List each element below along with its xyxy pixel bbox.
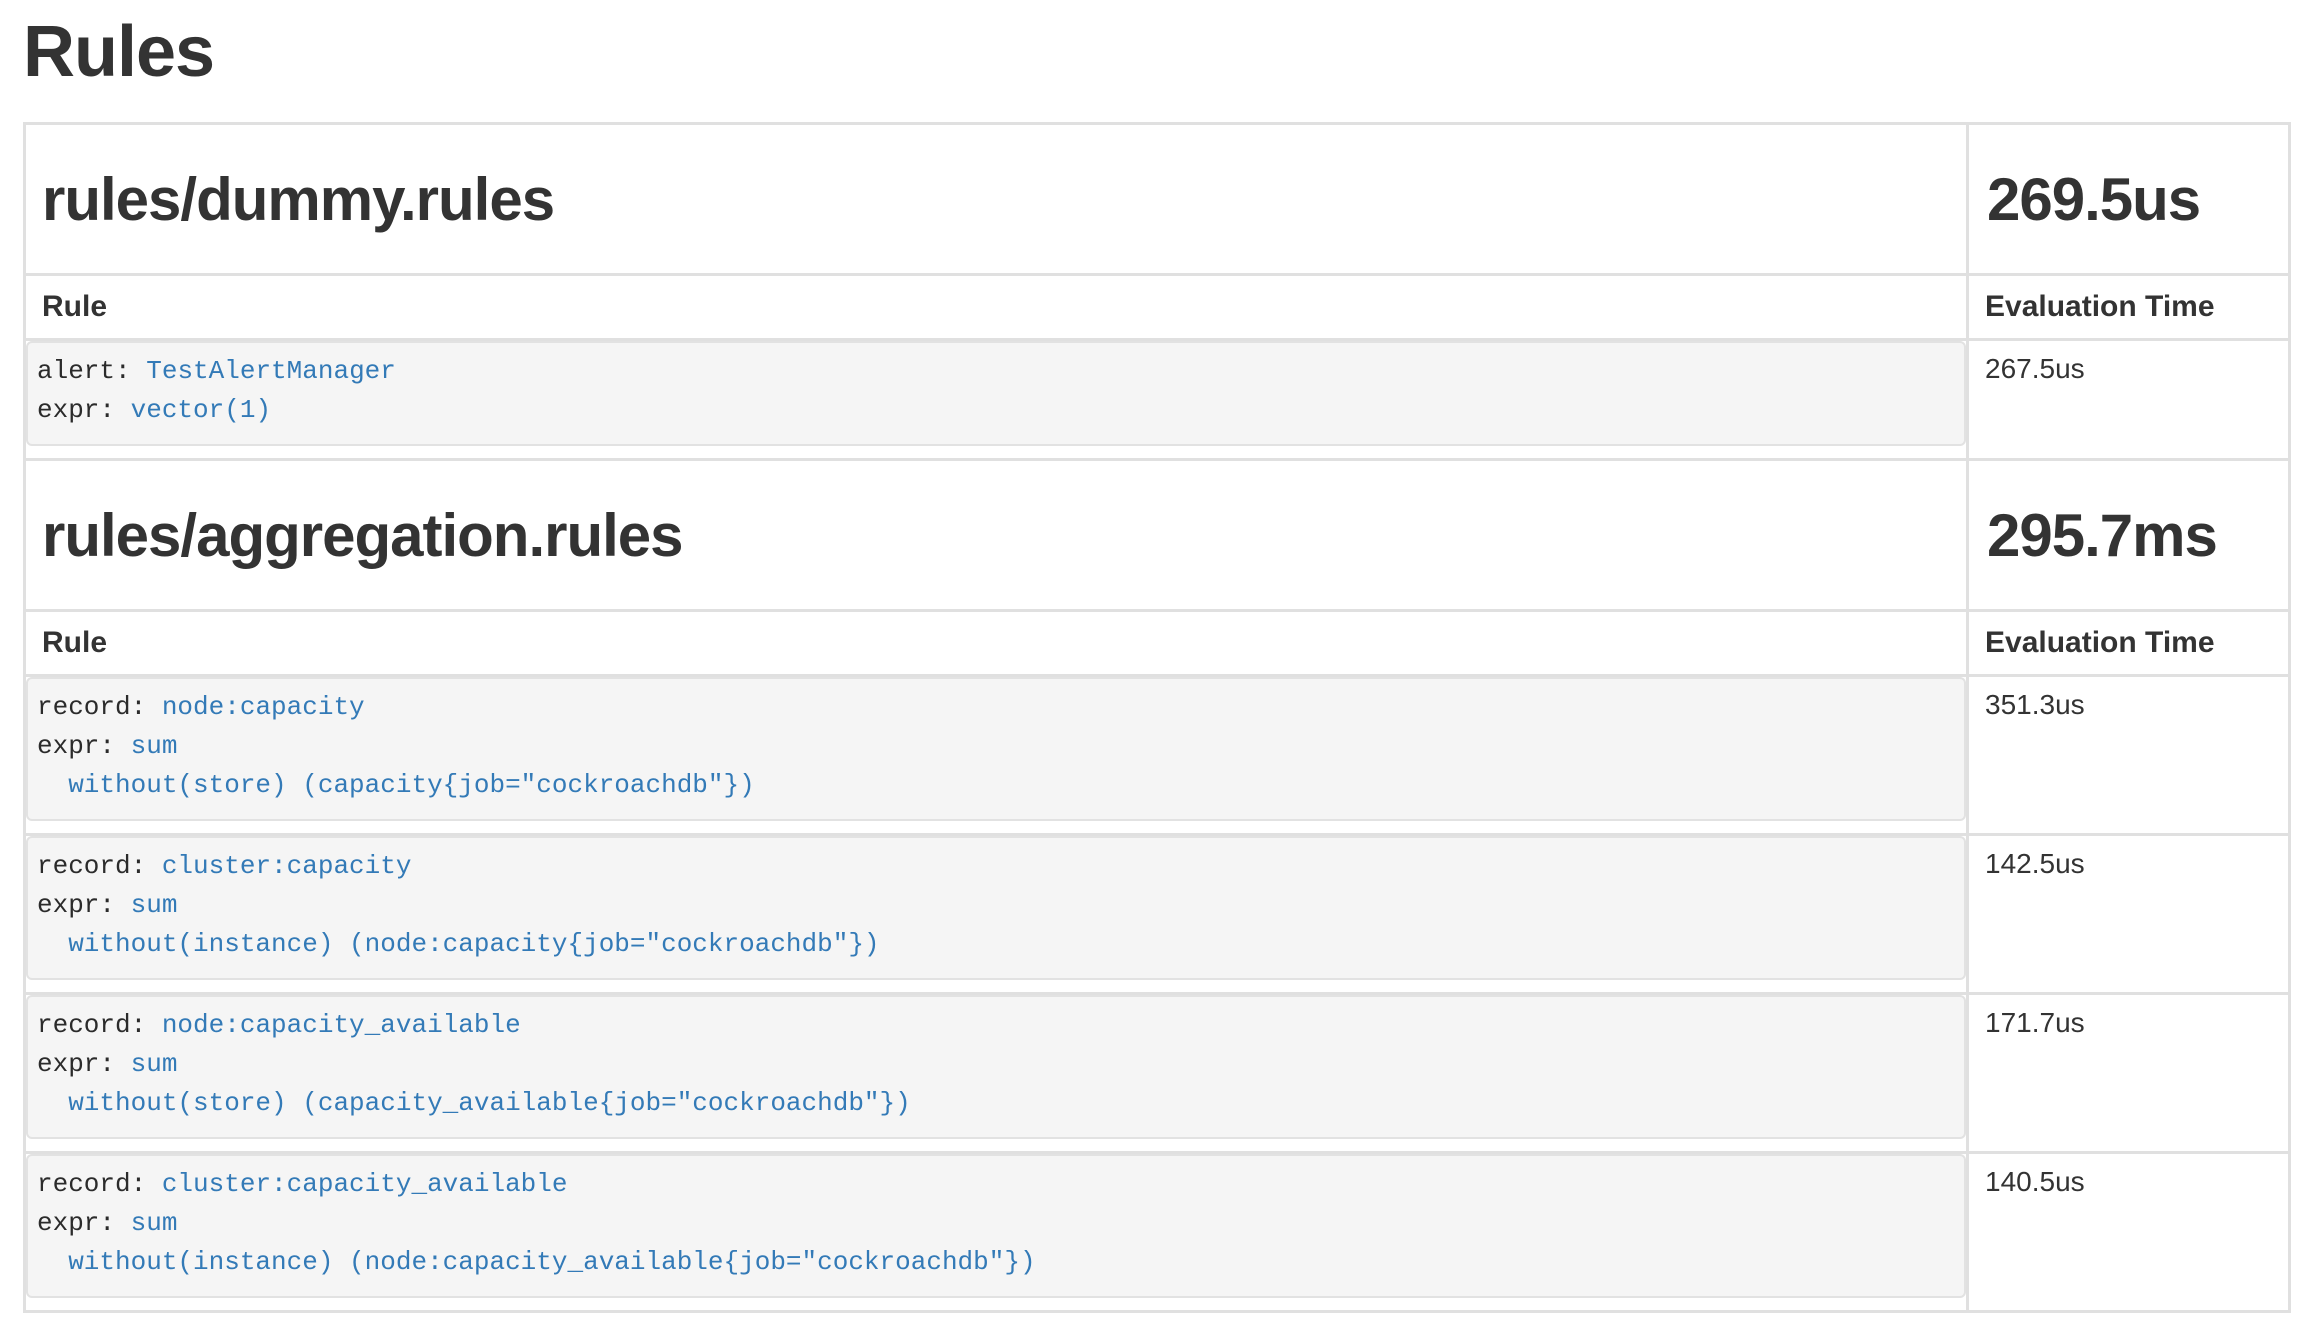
rule-expr-label: expr: — [37, 890, 115, 920]
group-header-row: rules/aggregation.rules 295.7ms — [25, 459, 2290, 610]
rule-row: record: node:capacity expr: sum without(… — [25, 675, 2290, 834]
rule-cell: record: node:capacity expr: sum without(… — [25, 675, 1968, 834]
rule-expr-label: expr: — [37, 731, 115, 761]
rule-row: record: node:capacity_available expr: su… — [25, 993, 2290, 1152]
rule-cell: record: node:capacity_available expr: su… — [25, 993, 1968, 1152]
rule-eval-time: 351.3us — [1968, 675, 2290, 834]
rule-code: record: node:capacity_available expr: su… — [26, 995, 1966, 1139]
rules-table: rules/dummy.rules 269.5us Rule Evaluatio… — [23, 122, 2291, 1313]
rule-expr-label: expr: — [37, 1049, 115, 1079]
rule-row: record: cluster:capacity_available expr:… — [25, 1152, 2290, 1311]
column-header-row: Rule Evaluation Time — [25, 274, 2290, 339]
group-eval-time: 295.7ms — [1987, 503, 2270, 569]
rule-cell: record: cluster:capacity expr: sum witho… — [25, 834, 1968, 993]
rule-name-link[interactable]: TestAlertManager — [146, 356, 396, 386]
rule-code: record: cluster:capacity expr: sum witho… — [26, 836, 1966, 980]
column-header-eval-time: Evaluation Time — [1968, 610, 2290, 675]
rule-name-link[interactable]: node:capacity — [162, 692, 365, 722]
rule-code: alert: TestAlertManager expr: vector(1) — [26, 341, 1966, 446]
rule-type-label: record: — [37, 1010, 146, 1040]
rule-type-label: record: — [37, 1169, 146, 1199]
group-file-name: rules/aggregation.rules — [42, 503, 1950, 569]
column-header-rule: Rule — [25, 610, 1968, 675]
rule-expr-link[interactable]: vector(1) — [131, 395, 271, 425]
rule-name-link[interactable]: node:capacity_available — [162, 1010, 521, 1040]
rule-row: record: cluster:capacity expr: sum witho… — [25, 834, 2290, 993]
rule-code: record: cluster:capacity_available expr:… — [26, 1154, 1966, 1298]
group-eval-time-cell: 269.5us — [1968, 123, 2290, 274]
rule-type-label: alert: — [37, 356, 131, 386]
rule-eval-time: 267.5us — [1968, 339, 2290, 459]
rule-expr-link[interactable]: sum without(instance) (node:capacity_ava… — [37, 1208, 1036, 1277]
rule-expr-link[interactable]: sum without(store) (capacity{job="cockro… — [37, 731, 755, 800]
rule-expr-label: expr: — [37, 395, 115, 425]
group-eval-time-cell: 295.7ms — [1968, 459, 2290, 610]
rule-expr-label: expr: — [37, 1208, 115, 1238]
rule-eval-time: 171.7us — [1968, 993, 2290, 1152]
rule-name-link[interactable]: cluster:capacity — [162, 851, 412, 881]
group-header-row: rules/dummy.rules 269.5us — [25, 123, 2290, 274]
rule-eval-time: 140.5us — [1968, 1152, 2290, 1311]
rule-cell: record: cluster:capacity_available expr:… — [25, 1152, 1968, 1311]
rule-expr-link[interactable]: sum without(store) (capacity_available{j… — [37, 1049, 911, 1118]
rule-expr-link[interactable]: sum without(instance) (node:capacity{job… — [37, 890, 880, 959]
rule-name-link[interactable]: cluster:capacity_available — [162, 1169, 568, 1199]
column-header-row: Rule Evaluation Time — [25, 610, 2290, 675]
rule-type-label: record: — [37, 692, 146, 722]
column-header-eval-time: Evaluation Time — [1968, 274, 2290, 339]
page-title: Rules — [23, 14, 2291, 92]
group-eval-time: 269.5us — [1987, 167, 2270, 233]
rule-type-label: record: — [37, 851, 146, 881]
rule-code: record: node:capacity expr: sum without(… — [26, 677, 1966, 821]
group-file-cell: rules/dummy.rules — [25, 123, 1968, 274]
rule-cell: alert: TestAlertManager expr: vector(1) — [25, 339, 1968, 459]
group-file-name: rules/dummy.rules — [42, 167, 1950, 233]
column-header-rule: Rule — [25, 274, 1968, 339]
rules-page: Rules rules/dummy.rules 269.5us Rule Eva… — [0, 14, 2316, 1313]
group-file-cell: rules/aggregation.rules — [25, 459, 1968, 610]
rule-eval-time: 142.5us — [1968, 834, 2290, 993]
rule-row: alert: TestAlertManager expr: vector(1) … — [25, 339, 2290, 459]
